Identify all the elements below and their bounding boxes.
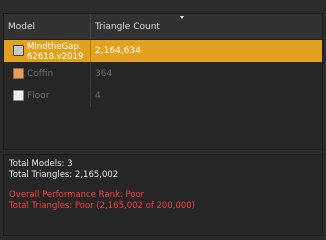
- triangle-count: 2,164,634: [95, 46, 141, 56]
- table-row[interactable]: Floor 4: [4, 85, 322, 107]
- model-table: Model Triangle Count MIndtheGap. 62618.v…: [3, 13, 323, 150]
- sort-descending-icon: [180, 16, 184, 19]
- cell-divider: [90, 40, 91, 62]
- visibility-checkbox[interactable]: [13, 45, 24, 56]
- table-row[interactable]: Coffin 364: [4, 63, 322, 85]
- color-swatch-checkbox[interactable]: [13, 68, 24, 79]
- cell-divider: [90, 85, 91, 107]
- table-header: Model Triangle Count: [4, 14, 322, 40]
- model-name: Coffin: [27, 69, 54, 79]
- total-triangles: Total Triangles: 2,165,002: [9, 170, 119, 180]
- color-swatch-checkbox[interactable]: [13, 90, 24, 101]
- column-header-triangle-count[interactable]: Triangle Count: [95, 14, 160, 39]
- performance-rank-warning: Overall Performance Rank: Poor: [9, 190, 145, 200]
- model-name: Floor: [27, 91, 50, 101]
- stats-panel: Total Models: 3 Total Triangles: 2,165,0…: [3, 154, 323, 236]
- total-models: Total Models: 3: [9, 159, 73, 169]
- triangle-count: 364: [95, 69, 113, 79]
- triangles-rank-warning: Total Triangles: Poor (2,165,002 of 200,…: [9, 201, 195, 211]
- model-name-line2: 62618.v2019: [27, 52, 84, 62]
- table-row-selected[interactable]: MIndtheGap. 62618.v2019 2,164,634: [4, 40, 322, 62]
- column-divider[interactable]: [90, 14, 91, 39]
- cell-divider: [90, 63, 91, 85]
- column-header-model[interactable]: Model: [8, 14, 35, 39]
- triangle-count: 4: [95, 91, 101, 101]
- model-name: MIndtheGap. 62618.v2019: [27, 42, 83, 62]
- model-name-line1: MIndtheGap.: [27, 42, 82, 52]
